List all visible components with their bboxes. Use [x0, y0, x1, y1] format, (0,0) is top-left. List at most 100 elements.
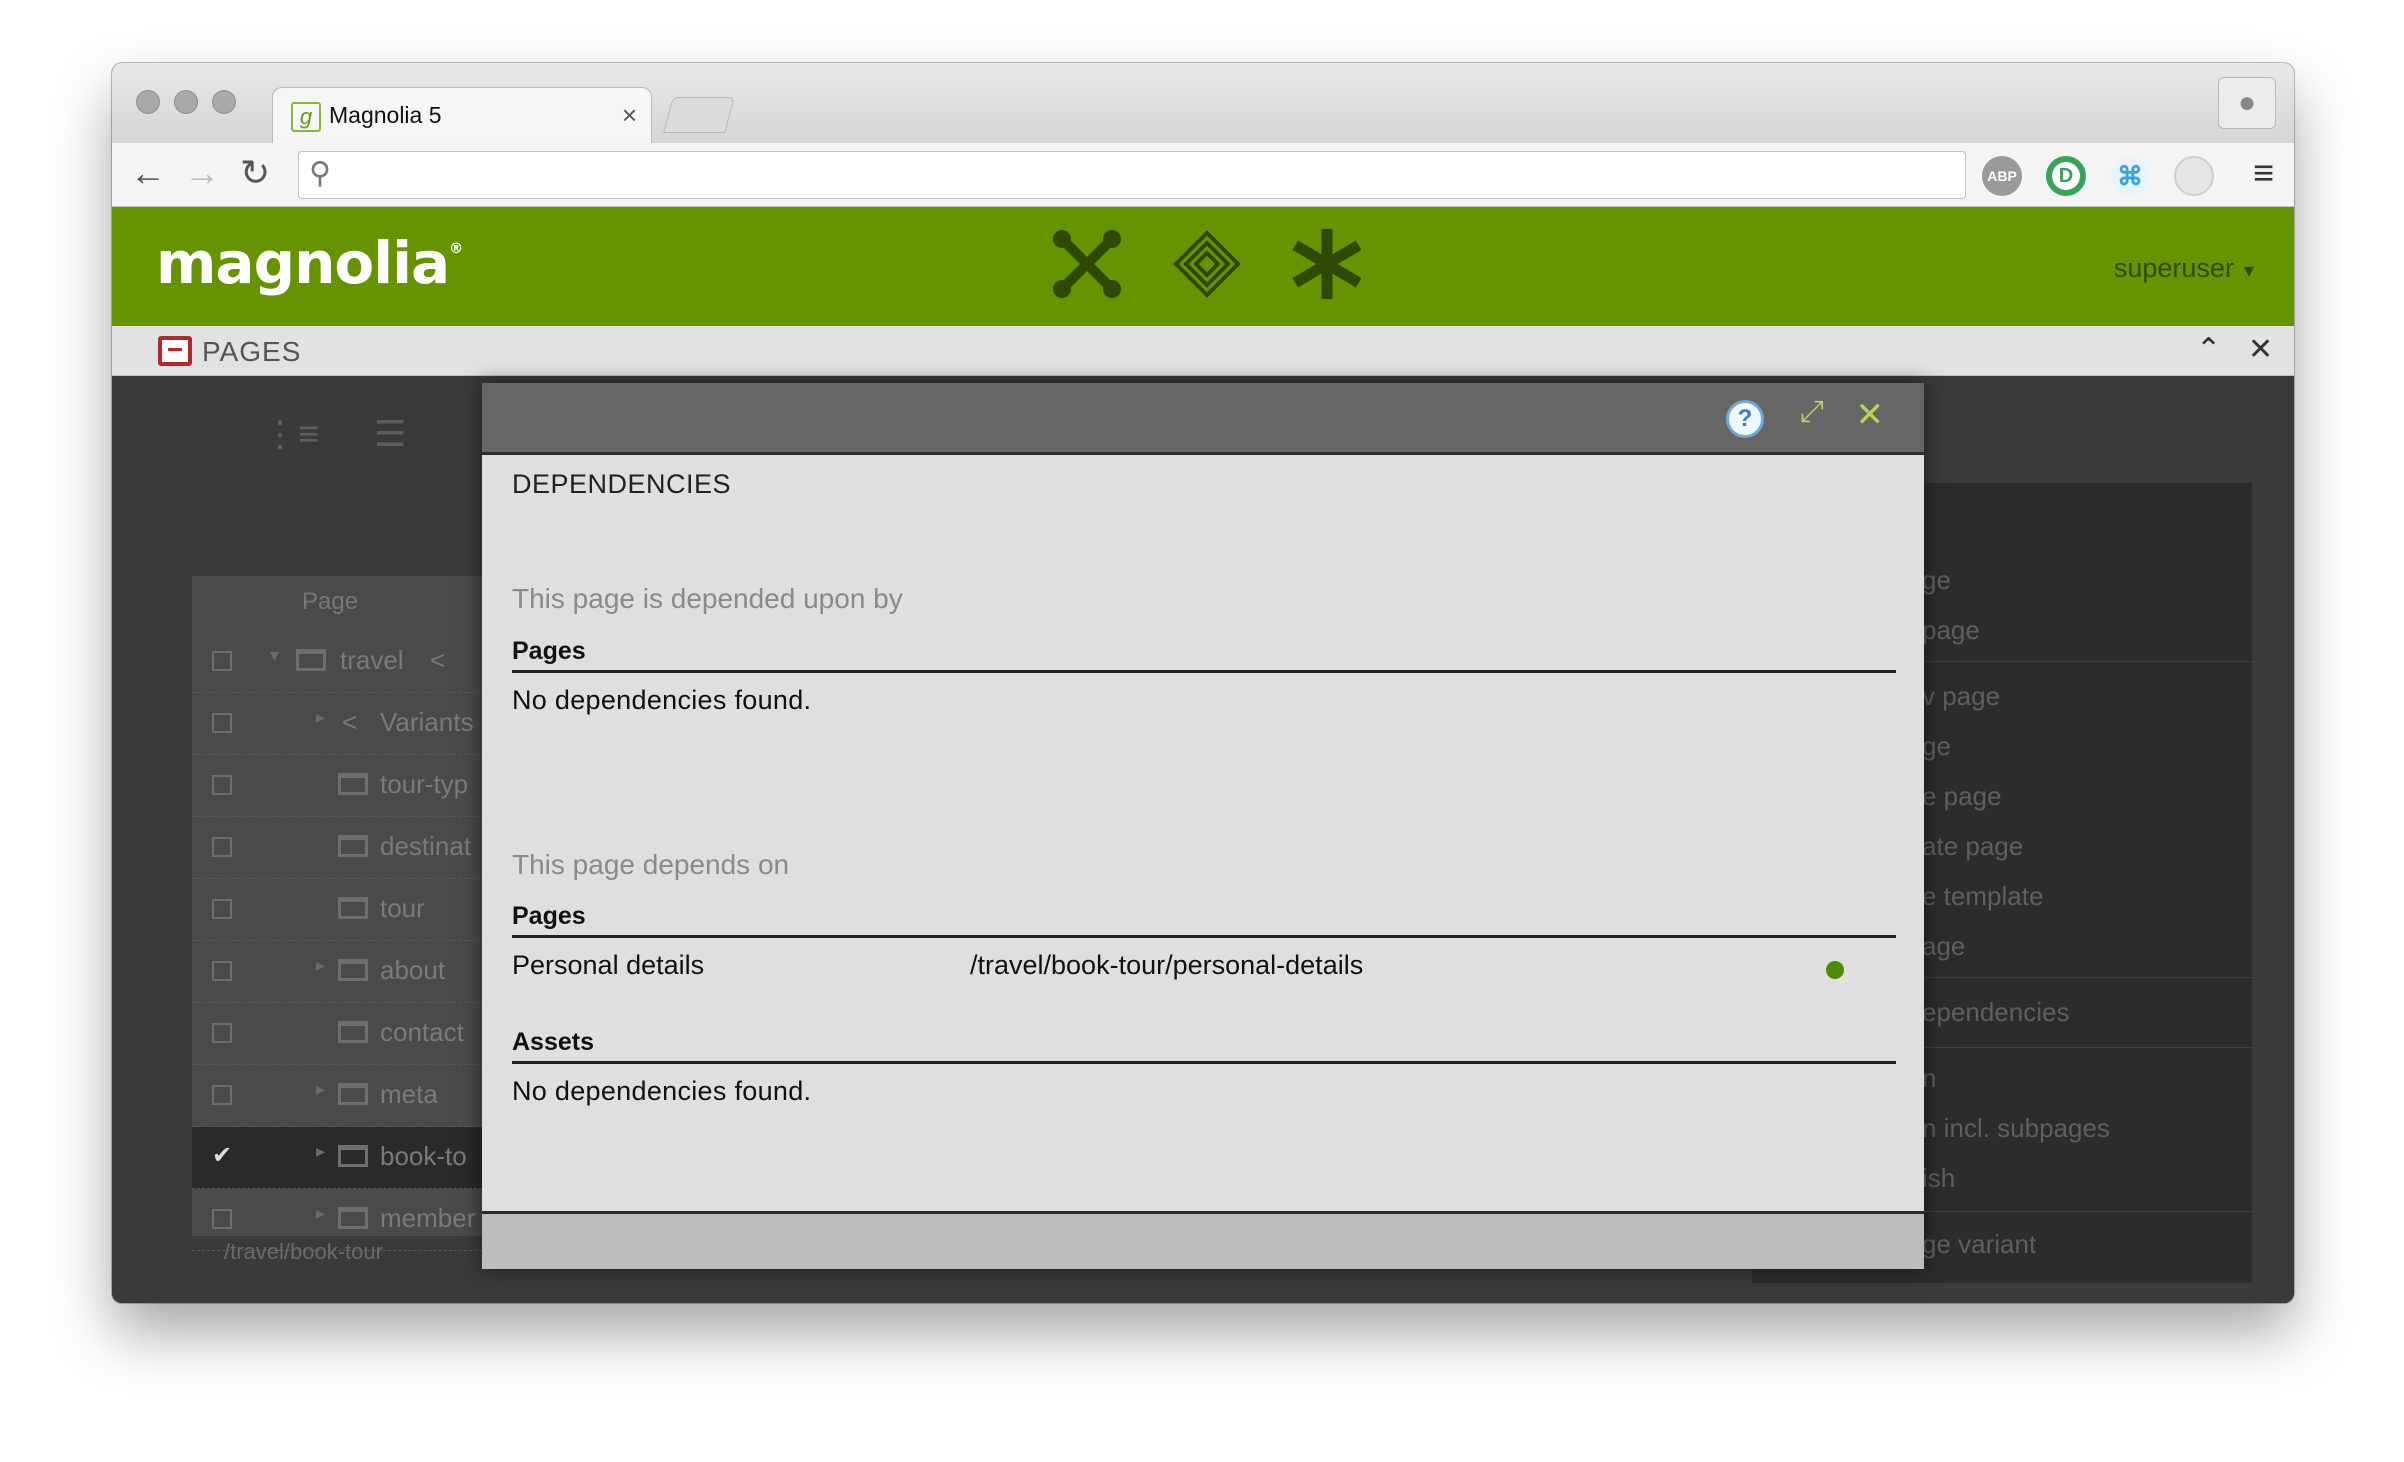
action-item[interactable]: e page	[1922, 781, 2002, 812]
tree-row-label: about	[380, 955, 446, 985]
row-checkbox[interactable]	[212, 713, 232, 733]
apps-icon[interactable]	[1052, 229, 1122, 299]
current-path: /travel/book-tour	[224, 1239, 383, 1264]
favorites-icon[interactable]	[1292, 229, 1362, 299]
tree-view-icon[interactable]: ⋮≡	[262, 413, 319, 455]
tab-close-icon[interactable]: ×	[622, 100, 637, 131]
action-item[interactable]: ge variant	[1922, 1229, 2036, 1260]
collapse-icon[interactable]: ⌃	[2196, 332, 2221, 367]
status-dot-icon	[1826, 961, 1844, 979]
group-header-assets: Assets	[512, 1024, 1896, 1064]
page-icon	[338, 1021, 368, 1043]
tree-column-header: Page	[302, 588, 359, 615]
action-item[interactable]: page	[1922, 615, 1980, 646]
tree-row[interactable]: tour	[192, 879, 492, 941]
tree-row-label: member	[380, 1203, 476, 1233]
maximize-icon[interactable]: ⤢	[1800, 395, 1824, 429]
url-input[interactable]	[351, 158, 1951, 192]
page-icon	[338, 1207, 368, 1229]
search-icon: ⚲	[309, 157, 331, 190]
action-item[interactable]: ependencies	[1922, 997, 2069, 1028]
action-item[interactable]: ge	[1922, 565, 1951, 596]
page-icon	[338, 897, 368, 919]
forward-button[interactable]: →	[184, 153, 220, 193]
checkmark-icon[interactable]: ✔	[212, 1141, 232, 1170]
action-separator	[1922, 1211, 2282, 1212]
command-extension-icon[interactable]: ⌘	[2110, 156, 2150, 196]
row-checkbox[interactable]	[212, 651, 232, 671]
row-checkbox[interactable]	[212, 1085, 232, 1105]
group-header-pages: Pages	[512, 898, 1896, 938]
pages-app-icon	[158, 336, 192, 366]
row-checkbox[interactable]	[212, 1209, 232, 1229]
browser-tab[interactable]: g Magnolia 5 ×	[272, 87, 652, 145]
magnolia-favicon-icon: g	[291, 102, 321, 132]
extension-d-icon[interactable]: D	[2046, 156, 2086, 196]
close-window-button[interactable]	[136, 90, 160, 114]
action-item[interactable]: age	[1922, 931, 1965, 962]
action-item[interactable]: ge	[1922, 731, 1951, 762]
expand-arrow-icon[interactable]: ▸	[316, 707, 325, 728]
row-checkbox[interactable]	[212, 775, 232, 795]
section-depended-upon-label: This page is depended upon by	[512, 583, 903, 614]
address-bar[interactable]: ⚲	[298, 151, 1966, 199]
share-icon: <	[342, 707, 358, 737]
list-view-icon[interactable]: ☰	[374, 413, 406, 455]
no-dependencies-text: No dependencies found.	[512, 1076, 812, 1106]
row-checkbox[interactable]	[212, 1023, 232, 1043]
user-menu[interactable]: superuser ▾	[2114, 253, 2254, 284]
user-name: superuser	[2113, 253, 2234, 283]
tree-row[interactable]: ▸ meta	[192, 1065, 492, 1127]
tree-row-selected[interactable]: ✔ ▸ book-to	[192, 1127, 492, 1189]
new-tab-button[interactable]	[663, 97, 735, 133]
browser-menu-icon[interactable]: ≡	[2253, 153, 2274, 193]
action-item[interactable]: n	[1922, 1063, 1936, 1094]
help-icon[interactable]: ?	[1726, 400, 1764, 438]
adblock-extension-icon[interactable]: ABP	[1982, 156, 2022, 196]
reload-button[interactable]: ↻	[240, 153, 270, 193]
action-item[interactable]: ish	[1922, 1163, 1955, 1194]
action-item[interactable]: ate page	[1922, 831, 2023, 862]
tree-row[interactable]: ▸ < Variants	[192, 693, 492, 755]
dependency-name[interactable]: Personal details	[512, 950, 704, 981]
profile-button[interactable]: ●	[2218, 77, 2276, 129]
action-item[interactable]: e template	[1922, 881, 2043, 912]
close-app-icon[interactable]: ✕	[2248, 332, 2273, 367]
action-separator	[1922, 977, 2282, 978]
expand-arrow-icon[interactable]: ▸	[316, 1079, 325, 1100]
section-depends-on-label: This page depends on	[512, 849, 790, 880]
tree-row[interactable]: contact	[192, 1003, 492, 1065]
dependency-path[interactable]: /travel/book-tour/personal-details	[970, 950, 1363, 981]
page-icon	[338, 1145, 368, 1167]
action-item[interactable]: v page	[1922, 681, 2000, 712]
minimize-window-button[interactable]	[174, 90, 198, 114]
page-icon	[338, 1083, 368, 1105]
browser-titlebar: g Magnolia 5 × ●	[112, 63, 2294, 145]
share-icon: <	[430, 645, 446, 675]
expand-arrow-icon[interactable]: ▾	[270, 645, 279, 666]
dependencies-dialog: ? ⤢ ✕ DEPENDENCIES This page is depended…	[482, 383, 1924, 1269]
extension-grey-icon[interactable]	[2174, 156, 2214, 196]
row-checkbox[interactable]	[212, 899, 232, 919]
dialog-title: DEPENDENCIES	[512, 469, 732, 499]
close-icon[interactable]: ✕	[1856, 395, 1885, 435]
tree-row[interactable]: destinat	[192, 817, 492, 879]
row-checkbox[interactable]	[212, 837, 232, 857]
page-icon	[296, 649, 326, 671]
browser-toolbar: ← → ↻ ⚲ ABP D ⌘ ≡	[112, 143, 2294, 207]
expand-arrow-icon[interactable]: ▸	[316, 1203, 325, 1224]
expand-arrow-icon[interactable]: ▸	[316, 1141, 325, 1162]
back-button[interactable]: ←	[130, 153, 166, 193]
expand-arrow-icon[interactable]: ▸	[316, 955, 325, 976]
tree-row[interactable]: ▸ about	[192, 941, 492, 1003]
dialog-footer	[482, 1211, 1924, 1269]
action-item[interactable]: n incl. subpages	[1922, 1113, 2110, 1144]
browser-window: g Magnolia 5 × ● ← → ↻ ⚲ ABP D ⌘ ≡ magno…	[112, 63, 2294, 1303]
tree-row[interactable]: ▾ travel <	[192, 631, 492, 693]
zoom-window-button[interactable]	[212, 90, 236, 114]
tree-row-label: tour	[380, 893, 425, 923]
pulse-icon[interactable]	[1172, 229, 1242, 299]
tree-row[interactable]: tour-typ	[192, 755, 492, 817]
row-checkbox[interactable]	[212, 961, 232, 981]
subapp-title: PAGES	[202, 336, 302, 367]
